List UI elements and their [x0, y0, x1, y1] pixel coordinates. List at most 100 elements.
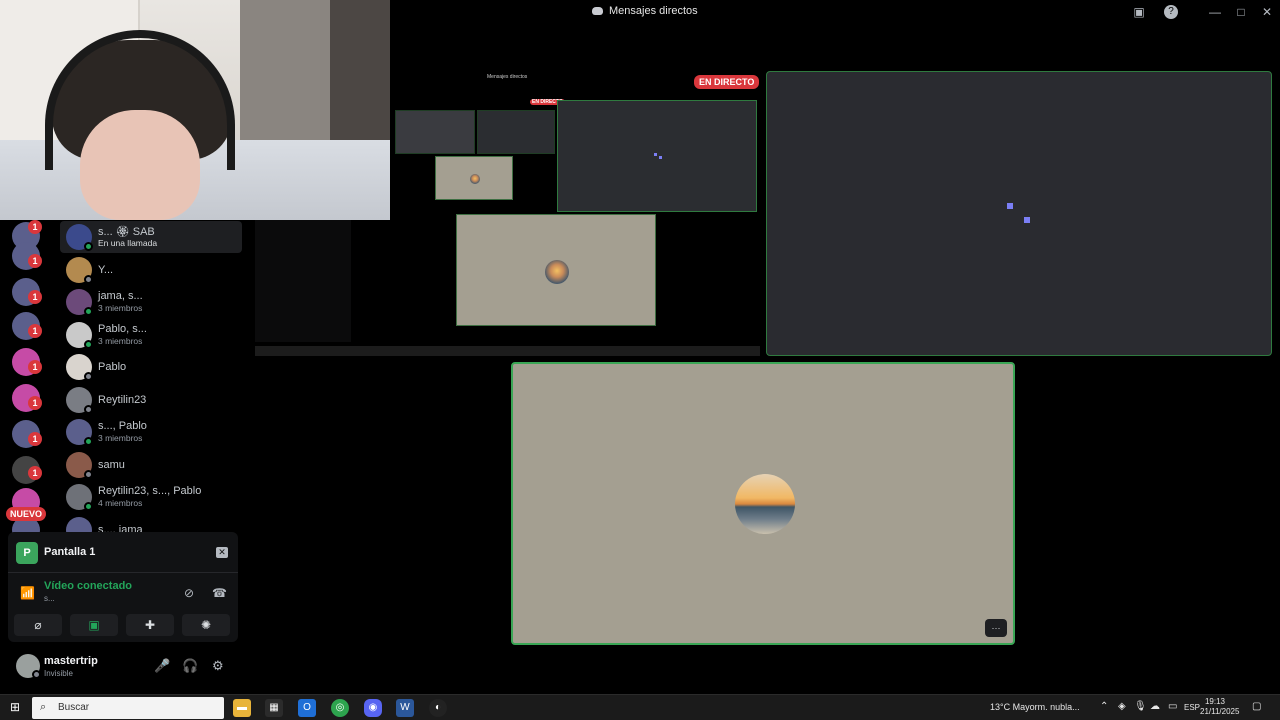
windows-taskbar: ⊞ ⌕ Buscar ▬ ▦ O ◎ ◉ W ◐ 13°C Mayorm. nu…	[0, 694, 1280, 720]
onedrive-icon[interactable]: ☁	[1150, 701, 1160, 712]
divider	[8, 572, 238, 573]
dm-item[interactable]: Reytilin23, s..., Pablo 4 miembros	[60, 481, 242, 513]
maximize-button[interactable]: □	[1232, 3, 1250, 21]
dm-call-status: En una llamada	[98, 238, 158, 248]
unread-badge: 1	[28, 324, 42, 338]
server-list: 1 1 1 1 1 1 1 1	[0, 220, 56, 544]
dm-item[interactable]: samu	[60, 449, 242, 481]
user-status: Invisible	[44, 669, 73, 678]
user-panel: mastertrip Invisible 🎤 🎧 ⚙	[8, 648, 238, 686]
stop-stream-icon[interactable]: ✕	[216, 547, 228, 558]
microphone-icon[interactable]: 🎤	[154, 658, 170, 674]
screen-share-icon[interactable]: ▣	[1130, 3, 1148, 21]
taskbar-search[interactable]: ⌕ Buscar	[32, 697, 224, 719]
dm-name: s..., Pablo	[98, 420, 147, 432]
dm-member-count: 3 miembros	[98, 335, 143, 346]
dm-name: Y...	[98, 263, 114, 276]
dm-name: Pablo, s...	[98, 322, 147, 335]
title-bar: Mensajes directos ▣ ? — □ ✕	[390, 0, 1280, 24]
close-button[interactable]: ✕	[1258, 3, 1276, 21]
activities-button[interactable]: ✚	[126, 614, 174, 636]
word-icon[interactable]: W	[396, 699, 414, 717]
screen-app-icon: P	[16, 542, 38, 564]
nested-taskbar	[255, 346, 760, 356]
dm-name: Reytilin23	[98, 393, 147, 406]
dm-item[interactable]: s... 🏵 SAB En una llamada	[60, 221, 242, 253]
dm-name: jama, s...	[98, 290, 143, 302]
username[interactable]: mastertrip	[44, 655, 98, 667]
discord-taskbar-icon[interactable]: ◉	[364, 699, 382, 717]
dm-item[interactable]: jama, s... 3 miembros	[60, 286, 242, 318]
unread-badge: 1	[28, 220, 42, 234]
discord-window: Mensajes directos ▣ ? — □ ✕ 1 1 1 1 1 1 …	[0, 0, 1280, 720]
nested-dark-tile	[557, 100, 757, 212]
clock-time: 19:13	[1204, 697, 1226, 706]
nested-main-tile	[456, 214, 656, 326]
dm-item[interactable]: Pablo	[60, 351, 242, 383]
taskbar-clock[interactable]: 19:13 21/11/2025	[1200, 697, 1240, 717]
status-indicator	[32, 670, 41, 679]
status-indicator	[84, 307, 93, 316]
unread-badge: 1	[28, 254, 42, 268]
background-wall	[240, 0, 330, 150]
clock-date: 21/11/2025	[1200, 707, 1240, 716]
headphones-icon[interactable]: 🎧	[182, 658, 198, 674]
dm-item[interactable]: s..., Pablo 3 miembros	[60, 416, 242, 448]
minimize-button[interactable]: —	[1206, 3, 1224, 21]
dm-name: Pablo	[98, 361, 127, 373]
nested-sidebar	[255, 220, 351, 342]
window-title: Mensajes directos	[592, 5, 698, 17]
network-icon[interactable]: ▭	[1168, 701, 1177, 712]
dm-member-count: 4 miembros	[98, 498, 143, 508]
dm-list: s... 🏵 SAB En una llamada Y... jama, s... 3 …	[56, 220, 246, 532]
noise-suppression-icon[interactable]: ⊘	[184, 586, 194, 600]
tray-app-icon[interactable]: ◈	[1118, 701, 1126, 712]
discord-icon	[592, 7, 603, 15]
notification-icon[interactable]: ▢	[1252, 701, 1261, 712]
nested-sunset	[545, 260, 569, 284]
voice-connection-status[interactable]: Vídeo conectado	[44, 580, 132, 592]
screen-share-button[interactable]: ▣	[70, 614, 118, 636]
soundboard-button[interactable]: ✺	[182, 614, 230, 636]
sunset-avatar	[735, 474, 795, 534]
dm-member-count: 3 miembros	[98, 303, 143, 313]
live-badge: EN DIRECTO	[694, 75, 760, 89]
weather-widget[interactable]: 13°C Mayorm. nubla...	[990, 702, 1080, 712]
obs-icon[interactable]: ◐	[429, 699, 447, 717]
unread-badge: 1	[28, 290, 42, 304]
file-explorer-icon[interactable]: ▬	[233, 699, 251, 717]
video-tile-focused[interactable]: ···	[511, 362, 1015, 645]
windows-start-icon[interactable]: ⊞	[10, 701, 22, 713]
help-icon[interactable]: ?	[1164, 5, 1178, 19]
dm-item[interactable]: Y...	[60, 254, 242, 286]
unread-badge: 1	[28, 432, 42, 446]
new-badge[interactable]: NUEVO	[6, 507, 47, 521]
voice-actions: ⌀ ▣ ✚ ✺	[14, 614, 232, 636]
dm-name: Reytilin23, s..., Pablo	[98, 485, 202, 497]
dm-item[interactable]: Pablo, s... 3 miembros	[60, 319, 242, 351]
nested-tile	[477, 110, 555, 154]
signal-icon[interactable]: 📶	[20, 586, 35, 600]
dm-name: s... 🏵 SAB	[98, 226, 155, 238]
settings-gear-icon[interactable]: ⚙	[212, 658, 224, 674]
camera-off-button[interactable]: ⌀	[14, 614, 62, 636]
nested-sunset	[470, 174, 480, 184]
status-indicator	[84, 469, 93, 479]
more-options-button[interactable]: ···	[985, 619, 1007, 637]
tray-chevron-icon[interactable]: ⌃	[1100, 701, 1108, 712]
dm-item[interactable]: s..., jama	[60, 514, 242, 532]
status-indicator	[84, 242, 93, 251]
status-indicator	[84, 274, 93, 284]
tray-mic-icon[interactable]: 🎙	[1134, 701, 1147, 712]
disconnect-icon[interactable]: ☎	[212, 586, 227, 600]
pixel-dot	[1024, 217, 1030, 223]
voice-panel: P Pantalla 1 ✕ 📶 Vídeo conectado s... ⊘ …	[8, 532, 238, 642]
language-indicator[interactable]: ESP	[1184, 703, 1200, 712]
dm-item[interactable]: Reytilin23	[60, 384, 242, 416]
avatar	[66, 516, 92, 532]
voice-channel-name: s...	[44, 594, 55, 603]
outlook-icon[interactable]: O	[298, 699, 316, 717]
video-tile-dark[interactable]	[766, 71, 1272, 356]
chrome-icon[interactable]: ◎	[331, 699, 349, 717]
store-icon[interactable]: ▦	[265, 699, 283, 717]
